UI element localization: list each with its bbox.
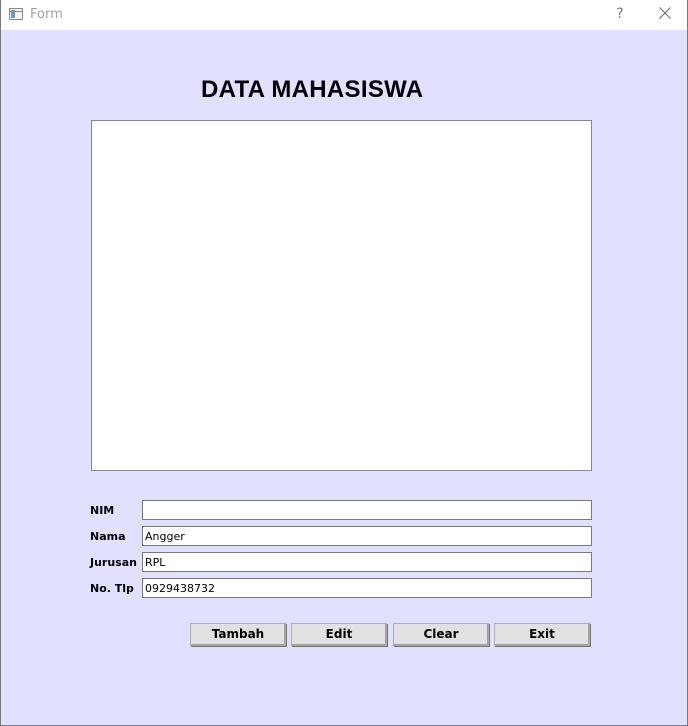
page-title: DATA MAHASISWA: [201, 76, 424, 103]
window-form-icon: [9, 8, 23, 20]
help-button[interactable]: ?: [609, 3, 631, 25]
no-tlp-field[interactable]: [142, 578, 592, 598]
close-button[interactable]: [651, 3, 679, 25]
jurusan-field[interactable]: [142, 552, 592, 572]
nama-label: Nama: [90, 530, 126, 543]
exit-button[interactable]: Exit: [494, 623, 590, 646]
window-title: Form: [30, 7, 63, 22]
jurusan-label: Jurusan: [90, 556, 137, 569]
close-icon: [659, 7, 671, 19]
nim-field[interactable]: [142, 500, 592, 520]
edit-button[interactable]: Edit: [291, 623, 387, 646]
tambah-button[interactable]: Tambah: [190, 623, 286, 646]
nama-field[interactable]: [142, 526, 592, 546]
data-list-box[interactable]: [91, 120, 592, 471]
no-tlp-label: No. Tlp: [90, 582, 134, 595]
form-window: Form ? DATA MAHASISWA NIM Nama Jurusan N…: [0, 0, 688, 726]
clear-button[interactable]: Clear: [393, 623, 489, 646]
nim-label: NIM: [90, 504, 115, 517]
title-bar[interactable]: Form ?: [1, 0, 687, 30]
